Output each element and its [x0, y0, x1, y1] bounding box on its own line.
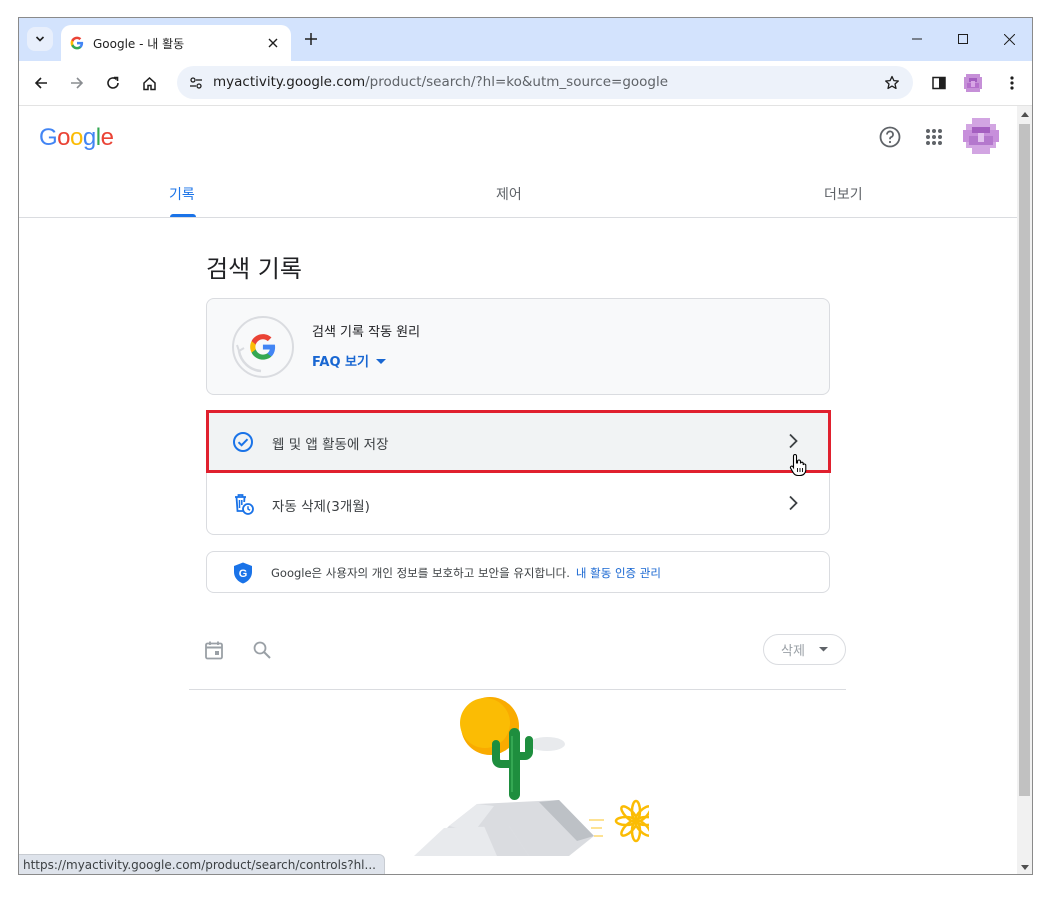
auto-delete-label: 자동 삭제(3개월) — [272, 499, 370, 515]
info-card: 검색 기록 작동 원리 FAQ 보기 — [206, 298, 830, 395]
faq-toggle[interactable]: FAQ 보기 — [312, 351, 386, 370]
page-content: Google 기록 제어 더보기 검색 기록 검색 기록 작동 원리 FAQ 보… — [19, 106, 1017, 874]
bookmark-star-icon[interactable] — [881, 72, 903, 94]
back-button[interactable] — [27, 69, 55, 97]
reload-icon — [107, 76, 119, 89]
caret-down-icon — [818, 647, 828, 652]
browser-tab[interactable]: Google - 내 활동 — [61, 25, 291, 61]
google-logo[interactable]: Google — [39, 124, 114, 152]
google-shield-icon: G — [234, 562, 252, 584]
search-icon[interactable] — [250, 638, 274, 662]
settings-card: 웹 및 앱 활동에 저장 자동 삭제(3개월) — [206, 410, 830, 535]
forward-button[interactable] — [63, 69, 91, 97]
maximize-icon — [958, 34, 968, 44]
url-text: myactivity.google.com/product/search/?hl… — [213, 74, 668, 90]
close-icon — [1003, 33, 1015, 45]
tab-title: Google - 내 활동 — [93, 36, 185, 51]
search-history-logo-icon — [232, 316, 294, 378]
site-info-icon[interactable] — [185, 72, 207, 94]
faq-label: FAQ 보기 — [312, 355, 369, 370]
minimize-icon — [912, 38, 922, 40]
side-panel-icon — [932, 76, 946, 90]
tab-controls[interactable]: 제어 — [496, 184, 522, 204]
privacy-text: Google은 사용자의 개인 정보를 보호하고 보안을 유지합니다. — [271, 566, 570, 580]
status-bar-url: https://myactivity.google.com/product/se… — [19, 854, 385, 874]
tab-history[interactable]: 기록 — [169, 184, 195, 204]
apps-grid-icon[interactable] — [921, 124, 947, 150]
scroll-up-icon[interactable] — [1020, 110, 1029, 119]
help-icon[interactable] — [877, 124, 903, 150]
chevron-right-icon — [783, 493, 803, 513]
caret-down-icon — [375, 359, 386, 364]
more-vert-icon — [1010, 76, 1014, 90]
new-tab-button[interactable] — [301, 29, 321, 49]
calendar-icon[interactable] — [202, 638, 226, 662]
scroll-down-icon[interactable] — [1020, 863, 1029, 872]
privacy-card: G Google은 사용자의 개인 정보를 보호하고 보안을 유지합니다. 내 활… — [206, 551, 830, 593]
hand-cursor-icon — [789, 453, 807, 477]
activity-verification-link[interactable]: 내 활동 인증 관리 — [576, 566, 661, 580]
url-host: myactivity.google.com — [213, 74, 366, 90]
minimize-button[interactable] — [894, 26, 940, 52]
desert-cactus-illustration — [414, 697, 649, 856]
scroll-thumb[interactable] — [1019, 124, 1030, 796]
browser-toolbar: myactivity.google.com/product/search/?hl… — [19, 61, 1032, 106]
arrow-left-icon — [34, 77, 47, 89]
url-path: /product/search/?hl=ko&utm_source=google — [365, 74, 669, 90]
info-card-title: 검색 기록 작동 원리 — [312, 325, 421, 340]
web-app-activity-row[interactable]: 웹 및 앱 활동에 저장 — [207, 411, 829, 473]
tab-more[interactable]: 더보기 — [824, 184, 863, 204]
content-divider — [189, 689, 846, 690]
address-bar[interactable]: myactivity.google.com/product/search/?hl… — [177, 66, 913, 99]
arrow-right-icon — [71, 77, 84, 89]
web-app-activity-label: 웹 및 앱 활동에 저장 — [272, 437, 389, 453]
reload-button[interactable] — [99, 69, 127, 97]
svg-text:G: G — [239, 568, 248, 580]
delete-label: 삭제 — [781, 644, 805, 659]
nav-divider — [19, 217, 1017, 218]
page-scrollbar[interactable] — [1017, 106, 1032, 874]
side-panel-button[interactable] — [925, 69, 953, 97]
profile-avatar[interactable] — [962, 72, 984, 94]
auto-delete-row[interactable]: 자동 삭제(3개월) — [207, 473, 829, 535]
browser-menu-button[interactable] — [998, 69, 1026, 97]
home-icon — [142, 76, 156, 90]
auto-delete-icon — [231, 492, 255, 516]
page-title: 검색 기록 — [206, 255, 302, 283]
home-button[interactable] — [135, 69, 163, 97]
delete-button[interactable]: 삭제 — [763, 634, 846, 665]
tab-strip: Google - 내 활동 — [19, 18, 1032, 61]
check-circle-icon — [231, 430, 255, 454]
browser-window: Google - 내 활동 myactivity.google.com/prod… — [18, 17, 1033, 875]
tab-search-button[interactable] — [27, 27, 53, 51]
plus-icon — [305, 33, 317, 45]
privacy-message: Google은 사용자의 개인 정보를 보호하고 보안을 유지합니다. 내 활동 … — [271, 565, 661, 581]
chevron-right-icon — [783, 431, 803, 451]
maximize-button[interactable] — [940, 26, 986, 52]
close-tab-icon[interactable] — [265, 35, 281, 51]
account-avatar[interactable] — [963, 118, 999, 154]
chevron-down-icon — [35, 36, 45, 42]
close-window-button[interactable] — [986, 26, 1032, 52]
google-favicon-icon — [69, 35, 85, 51]
